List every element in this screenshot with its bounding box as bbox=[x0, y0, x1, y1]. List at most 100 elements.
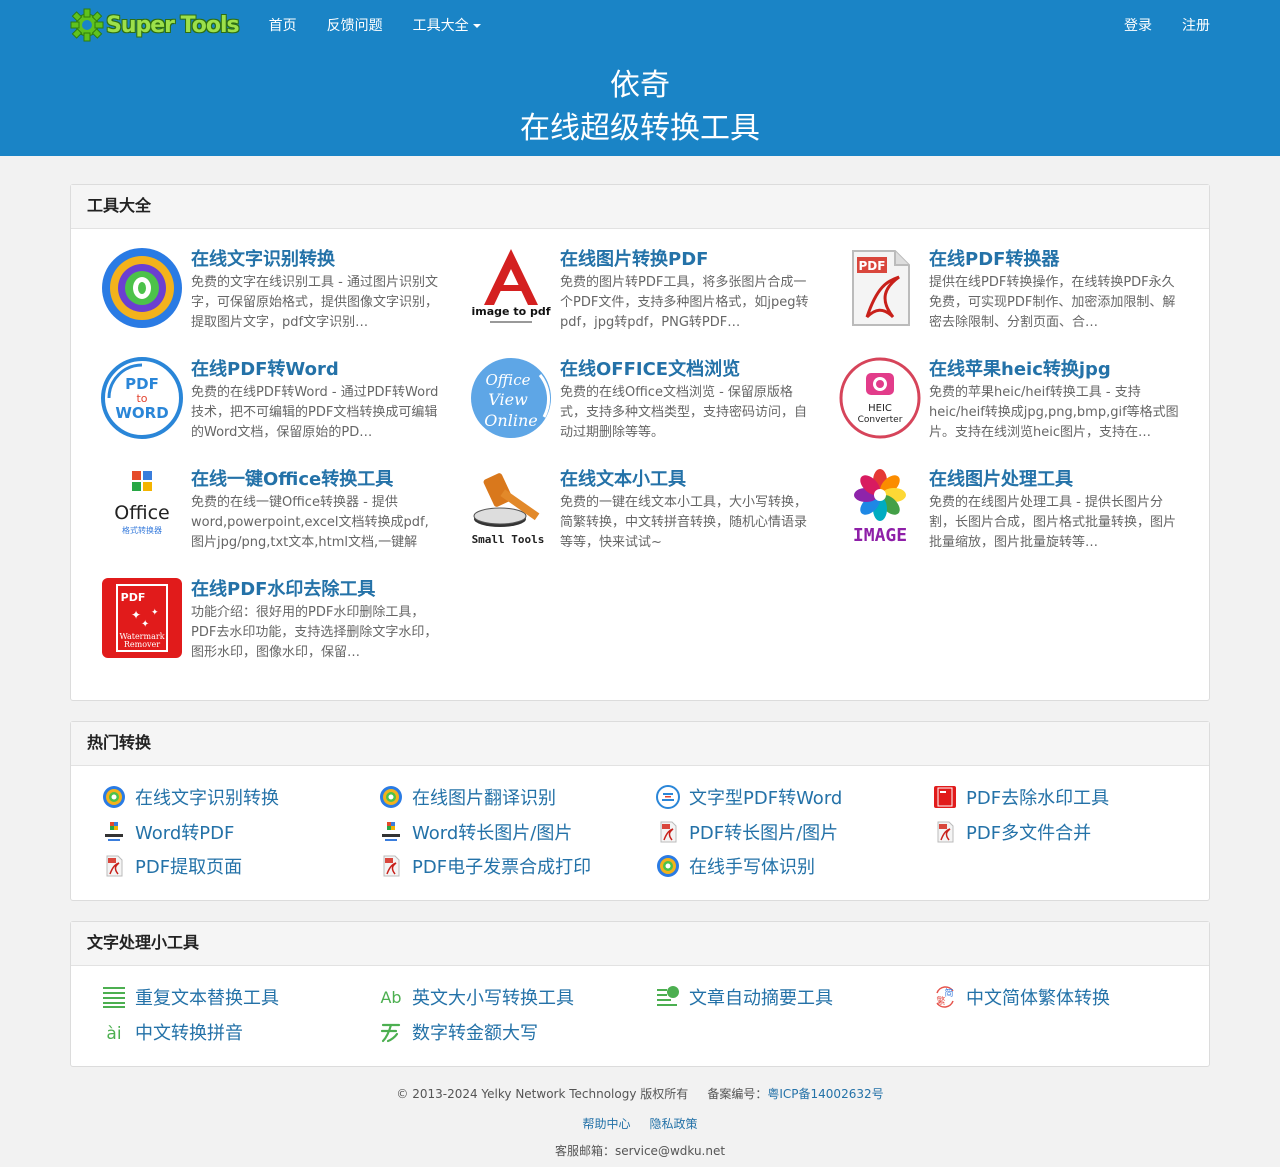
text-tools-panel: 文字处理小工具 重复文本替换工具 Ab 英文大小写转换工具 文章自动摘要工具 简… bbox=[70, 921, 1210, 1067]
footer-copyright-row: © 2013-2024 Yelky Network Technology 版权所… bbox=[0, 1086, 1280, 1102]
tool-card-pdf-converter[interactable]: PDF 在线PDF转换器 提供在线PDF转换操作，在线转换PDF永久免费，可实现… bbox=[839, 247, 1189, 347]
logo-text: Super Tools bbox=[106, 12, 240, 38]
tool-title[interactable]: 在线PDF转Word bbox=[191, 355, 339, 381]
tool-card-image-to-pdf[interactable]: image to pdf 在线图片转换PDF 免费的图片转PDF工具，将多张图片… bbox=[470, 247, 820, 347]
hot-link-pdf-extract[interactable]: PDF提取页面 bbox=[101, 853, 242, 879]
tool-card-small-tools[interactable]: Small Tools 在线文本小工具 免费的一键在线文本小工具，大小写转换，简… bbox=[470, 467, 820, 567]
small-tools-hammer-icon: Small Tools bbox=[472, 473, 544, 546]
hot-link-label: 文字型PDF转Word bbox=[689, 788, 843, 809]
hot-panel-title: 热门转换 bbox=[71, 722, 1209, 766]
tool-card-watermark[interactable]: PDF ✦ ✦ ✦ Watermark Remover 在线PDF水印去除工具 … bbox=[101, 577, 451, 677]
tool-title[interactable]: 在线PDF转换器 bbox=[929, 245, 1059, 271]
case-icon-label: Ab bbox=[380, 988, 401, 1007]
caret-down-icon bbox=[472, 24, 481, 28]
text-link-case[interactable]: Ab 英文大小写转换工具 bbox=[378, 984, 574, 1010]
watermark-icon-label-3: Remover bbox=[124, 640, 160, 649]
hero-title: 依奇 bbox=[610, 68, 670, 103]
tool-title[interactable]: 在线文字识别转换 bbox=[191, 245, 335, 271]
hot-link-watermark[interactable]: PDF去除水印工具 bbox=[932, 784, 1109, 810]
text-link-summary[interactable]: 文章自动摘要工具 bbox=[655, 984, 833, 1010]
footer-links-row: 帮助中心 隐私政策 bbox=[0, 1116, 1280, 1132]
svg-text:✦: ✦ bbox=[151, 608, 159, 618]
hot-link-label: Word转长图片/图片 bbox=[412, 823, 573, 844]
text-link-label: 数字转金额大写 bbox=[412, 1023, 538, 1044]
ocr-icon bbox=[655, 853, 681, 879]
tool-card-ocr[interactable]: 在线文字识别转换 免费的文字在线识别工具 - 通过图片识别文字，可保留原始格式，… bbox=[101, 247, 451, 347]
pinyin-icon-label: ài bbox=[106, 1024, 121, 1044]
copyright-text: © 2013-2024 Yelky Network Technology 版权所… bbox=[396, 1087, 689, 1101]
hot-panel: 热门转换 在线文字识别转换 在线图片翻译识别 文字型PDF转Word PDF去除… bbox=[70, 721, 1210, 901]
simplified-traditional-icon: 简繁 bbox=[932, 984, 958, 1010]
watermark-remover-icon: PDF ✦ ✦ ✦ Watermark Remover bbox=[102, 578, 182, 658]
tool-card-office-view[interactable]: Office View Online 在线OFFICE文档浏览 免费的在线Off… bbox=[470, 357, 820, 457]
tool-title[interactable]: 在线苹果heic转换jpg bbox=[929, 355, 1111, 381]
text-link-simp-trad[interactable]: 简繁 中文简体繁体转换 bbox=[932, 984, 1110, 1010]
tool-title[interactable]: 在线文本小工具 bbox=[560, 465, 686, 491]
hot-link-label: 在线文字识别转换 bbox=[135, 788, 279, 809]
tool-desc: 免费的在线Office文档浏览 - 保留原版格式，支持多种文档类型，支持密码访问… bbox=[560, 385, 808, 440]
footer: © 2013-2024 Yelky Network Technology 版权所… bbox=[0, 1086, 1280, 1159]
office-view-icon-label-1: Office bbox=[486, 371, 531, 389]
nav-tools-dropdown[interactable]: 工具大全 bbox=[413, 15, 481, 35]
case-icon: Ab bbox=[378, 984, 404, 1010]
hot-link-pdf-to-image[interactable]: PDF转长图片/图片 bbox=[655, 819, 838, 845]
nav-right: 登录 注册 bbox=[1094, 15, 1210, 35]
text-link-pinyin[interactable]: ài 中文转换拼音 bbox=[101, 1019, 243, 1045]
privacy-link[interactable]: 隐私政策 bbox=[650, 1117, 698, 1131]
icp-link[interactable]: 粤ICP备14002632号 bbox=[767, 1087, 883, 1101]
nav-tools-label: 工具大全 bbox=[412, 18, 469, 34]
text-link-replace[interactable]: 重复文本替换工具 bbox=[101, 984, 279, 1010]
tools-panel: 工具大全 在线文字识别转换 免费的文字在线识别工具 - 通过图片识别文字，可保留… bbox=[70, 184, 1210, 701]
hot-link-pdf-merge[interactable]: PDF多文件合并 bbox=[932, 819, 1091, 845]
navbar: Super Tools 首页 反馈问题 工具大全 登录 注册 bbox=[70, 0, 1210, 50]
currency-icon bbox=[378, 1019, 404, 1045]
tool-card-pdf-to-word[interactable]: PDF to WORD 在线PDF转Word 免费的在线PDF转Word - 通… bbox=[101, 357, 451, 457]
text-link-label: 英文大小写转换工具 bbox=[412, 988, 574, 1009]
tool-card-heic[interactable]: HEIC Converter 在线苹果heic转换jpg 免费的苹果heic/h… bbox=[839, 357, 1189, 457]
tool-title[interactable]: 在线OFFICE文档浏览 bbox=[560, 355, 740, 381]
tool-desc: 功能介绍：很好用的PDF水印删除工具，PDF去水印功能，支持选择删除文字水印，图… bbox=[191, 605, 438, 660]
nav-home[interactable]: 首页 bbox=[269, 15, 297, 35]
tool-desc: 提供在线PDF转换操作，在线转换PDF永久免费，可实现PDF制作、加密添加限制、… bbox=[929, 275, 1176, 330]
tool-title[interactable]: 在线一键Office转换工具 bbox=[191, 465, 393, 491]
tool-card-image-processing[interactable]: IMAGE 在线图片处理工具 免费的在线图片处理工具 - 提供长图片分割，长图片… bbox=[839, 467, 1189, 567]
register-link[interactable]: 注册 bbox=[1182, 15, 1210, 35]
email-text: service@wdku.net bbox=[614, 1144, 726, 1158]
hot-link-word-to-image[interactable]: Word转长图片/图片 bbox=[378, 819, 572, 845]
office-icon bbox=[101, 819, 127, 845]
hot-link-word-to-pdf[interactable]: Word转PDF bbox=[101, 819, 234, 845]
pdf-to-word-icon: PDF to WORD bbox=[101, 357, 183, 439]
hot-link-handwriting[interactable]: 在线手写体识别 bbox=[655, 853, 815, 879]
hot-link-ocr[interactable]: 在线文字识别转换 bbox=[101, 784, 279, 810]
office-converter-icon-label-1: Office bbox=[114, 502, 169, 524]
tool-desc: 免费的苹果heic/heif转换工具 - 支持heic/heif转换成jpg,p… bbox=[929, 385, 1179, 440]
login-link[interactable]: 登录 bbox=[1124, 15, 1152, 35]
pdf-to-word-icon bbox=[655, 784, 681, 810]
hero: 依奇 在线超级转换工具 bbox=[0, 66, 1280, 152]
ocr-icon bbox=[101, 784, 127, 810]
hot-link-image-translate[interactable]: 在线图片翻译识别 bbox=[378, 784, 556, 810]
pdf-file-icon-label: PDF bbox=[859, 259, 886, 273]
email-label: 客服邮箱： bbox=[554, 1144, 615, 1158]
heic-converter-icon: HEIC Converter bbox=[839, 357, 921, 439]
tool-title[interactable]: 在线图片转换PDF bbox=[560, 245, 708, 271]
image-to-pdf-icon-label: image to pdf bbox=[472, 305, 551, 318]
text-link-label: 中文转换拼音 bbox=[135, 1023, 243, 1044]
tool-desc: 免费的图片转PDF工具，将多张图片合成一个PDF文件，支持多种图片格式，如jpe… bbox=[560, 275, 809, 330]
help-center-link[interactable]: 帮助中心 bbox=[582, 1117, 630, 1131]
tool-card-office-converter[interactable]: Office 格式转换器 在线一键Office转换工具 免费的在线一键Offic… bbox=[101, 467, 451, 567]
tool-title[interactable]: 在线图片处理工具 bbox=[929, 465, 1073, 491]
ocr-icon bbox=[378, 784, 404, 810]
text-link-currency[interactable]: 数字转金额大写 bbox=[378, 1019, 538, 1045]
ocr-icon bbox=[102, 248, 182, 328]
nav-feedback[interactable]: 反馈问题 bbox=[327, 15, 383, 35]
gear-logo-icon bbox=[70, 8, 104, 42]
logo[interactable]: Super Tools bbox=[70, 8, 240, 42]
hot-link-label: PDF电子发票合成打印 bbox=[412, 857, 592, 878]
office-view-icon-label-2: View bbox=[488, 390, 528, 409]
hot-link-pdf-invoice[interactable]: PDF电子发票合成打印 bbox=[378, 853, 591, 879]
hot-link-pdf-to-word[interactable]: 文字型PDF转Word bbox=[655, 784, 842, 810]
hot-link-label: Word转PDF bbox=[135, 823, 235, 844]
hot-link-label: PDF转长图片/图片 bbox=[689, 823, 839, 844]
tool-title[interactable]: 在线PDF水印去除工具 bbox=[191, 575, 375, 601]
